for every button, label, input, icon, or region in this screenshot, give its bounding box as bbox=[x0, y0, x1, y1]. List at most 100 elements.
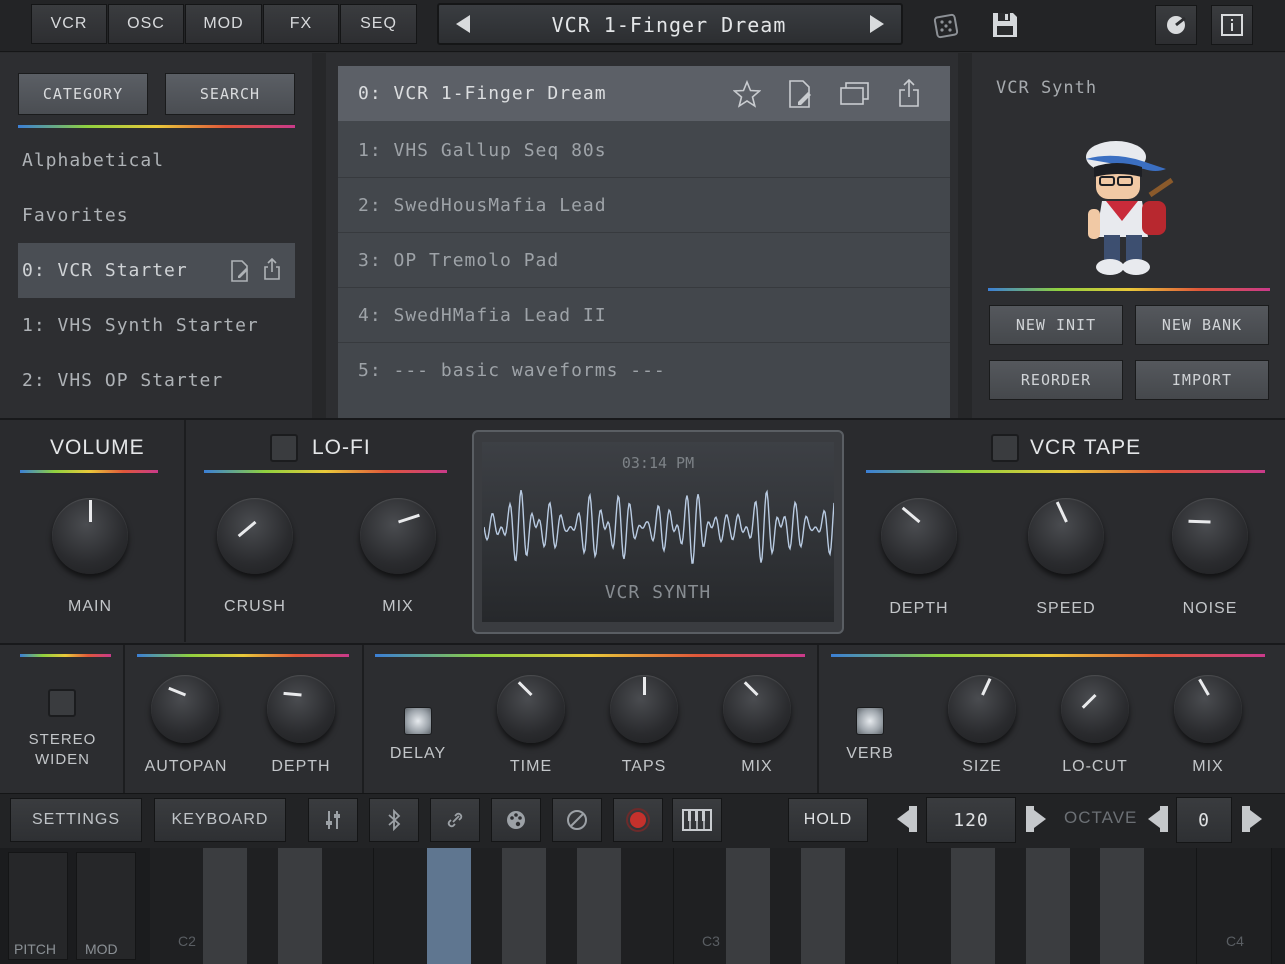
octave-label: OCTAVE bbox=[1064, 808, 1138, 827]
reorder-button[interactable]: REORDER bbox=[989, 360, 1123, 400]
new-init-button[interactable]: NEW INIT bbox=[989, 305, 1123, 345]
rainbow-divider bbox=[20, 470, 158, 473]
delay-toggle[interactable] bbox=[404, 707, 432, 735]
share-icon[interactable] bbox=[262, 257, 282, 285]
save-icon[interactable] bbox=[988, 8, 1022, 42]
rainbow-divider bbox=[831, 654, 1265, 657]
dice-icon[interactable] bbox=[930, 10, 962, 42]
bluetooth-icon[interactable] bbox=[369, 798, 419, 842]
vcr-tape-checkbox[interactable] bbox=[991, 434, 1019, 462]
black-key[interactable] bbox=[1025, 848, 1070, 964]
edit-icon[interactable] bbox=[788, 80, 814, 113]
tape-depth-knob[interactable] bbox=[881, 498, 957, 574]
reverb-locut-knob[interactable] bbox=[1061, 675, 1129, 743]
duplicate-icon[interactable] bbox=[840, 82, 870, 111]
black-key[interactable] bbox=[502, 848, 546, 964]
lo-cut-label: LO-CUT bbox=[1062, 758, 1128, 775]
favorite-star-icon[interactable] bbox=[732, 79, 762, 113]
crush-knob[interactable] bbox=[217, 498, 293, 574]
settings-button[interactable]: SETTINGS bbox=[10, 798, 142, 842]
black-key[interactable] bbox=[427, 848, 472, 964]
tempo-up-icon[interactable] bbox=[1022, 803, 1050, 835]
main-label: MAIN bbox=[68, 598, 112, 615]
tab-osc[interactable]: OSC bbox=[108, 4, 184, 44]
preset-row[interactable]: 3: OP Tremolo Pad bbox=[338, 233, 950, 288]
palette-icon[interactable] bbox=[491, 798, 541, 842]
stereo-widen-checkbox[interactable] bbox=[48, 689, 76, 717]
black-key[interactable] bbox=[576, 848, 621, 964]
midi-learn-icon[interactable] bbox=[1155, 5, 1197, 45]
record-icon[interactable] bbox=[613, 798, 663, 842]
new-bank-button[interactable]: NEW BANK bbox=[1135, 305, 1269, 345]
octave-up-icon[interactable] bbox=[1238, 803, 1266, 835]
black-key[interactable] bbox=[277, 848, 322, 964]
black-key[interactable] bbox=[202, 848, 247, 964]
list-item-favorites[interactable]: Favorites bbox=[18, 188, 295, 243]
c4-label: C4 bbox=[1226, 933, 1244, 949]
preset-row[interactable]: 1: VHS Gallup Seq 80s bbox=[338, 123, 950, 178]
main-volume-knob[interactable] bbox=[52, 498, 128, 574]
tab-mod[interactable]: MOD bbox=[185, 4, 262, 44]
delay-label: DELAY bbox=[389, 745, 447, 762]
tempo-down-icon[interactable] bbox=[893, 803, 921, 835]
link-icon[interactable] bbox=[430, 798, 480, 842]
rainbow-divider bbox=[18, 125, 295, 128]
list-item-alphabetical[interactable]: Alphabetical bbox=[18, 133, 295, 188]
tab-vcr[interactable]: VCR bbox=[31, 4, 107, 44]
black-key[interactable] bbox=[950, 848, 995, 964]
prev-preset-icon[interactable] bbox=[451, 11, 475, 37]
pitch-label: PITCH bbox=[14, 941, 56, 957]
taps-label: TAPS bbox=[621, 758, 667, 775]
black-key[interactable] bbox=[1100, 848, 1145, 964]
tape-speed-knob[interactable] bbox=[1028, 498, 1104, 574]
stop-icon[interactable] bbox=[552, 798, 602, 842]
tab-fx[interactable]: FX bbox=[263, 4, 339, 44]
delay-mix-knob[interactable] bbox=[723, 675, 791, 743]
reverb-size-knob[interactable] bbox=[948, 675, 1016, 743]
black-key[interactable] bbox=[726, 848, 771, 964]
tab-seq[interactable]: SEQ bbox=[340, 4, 417, 44]
rainbow-divider bbox=[988, 288, 1270, 291]
mixer-icon[interactable] bbox=[308, 798, 358, 842]
preset-row[interactable]: 2: SwedHousMafia Lead bbox=[338, 178, 950, 233]
reverb-toggle[interactable] bbox=[856, 707, 884, 735]
keyboard-button[interactable]: KEYBOARD bbox=[154, 798, 286, 842]
mix-label: MIX bbox=[1192, 758, 1224, 775]
reverb-mix-knob[interactable] bbox=[1174, 675, 1242, 743]
category-button[interactable]: CATEGORY bbox=[18, 73, 148, 115]
share-icon[interactable] bbox=[898, 78, 920, 112]
lofi-checkbox[interactable] bbox=[270, 434, 298, 462]
rainbow-divider bbox=[20, 654, 111, 657]
autopan-depth-knob[interactable] bbox=[267, 675, 335, 743]
octave-down-icon[interactable] bbox=[1144, 803, 1172, 835]
preset-name[interactable]: VCR 1-Finger Dream bbox=[489, 13, 849, 37]
divider bbox=[312, 53, 326, 418]
list-item-selected[interactable]: 0: VCR Starter bbox=[18, 243, 295, 298]
edit-icon[interactable] bbox=[230, 260, 250, 287]
waveform-display bbox=[484, 489, 834, 564]
screen-label: VCR SYNTH bbox=[604, 582, 712, 603]
delay-taps-knob[interactable] bbox=[610, 675, 678, 743]
octave-display[interactable]: 0 bbox=[1176, 797, 1232, 843]
preset-row[interactable]: 5: --- basic waveforms --- bbox=[338, 343, 950, 398]
search-button[interactable]: SEARCH bbox=[165, 73, 295, 115]
tempo-display[interactable]: 120 bbox=[926, 797, 1016, 843]
preset-row-selected[interactable]: 0: VCR 1-Finger Dream bbox=[338, 66, 950, 121]
black-key[interactable] bbox=[801, 848, 846, 964]
tape-noise-knob[interactable] bbox=[1172, 498, 1248, 574]
import-button[interactable]: IMPORT bbox=[1135, 360, 1269, 400]
next-preset-icon[interactable] bbox=[865, 11, 889, 37]
delay-time-knob[interactable] bbox=[497, 675, 565, 743]
preset-row[interactable]: 4: SwedHMafia Lead II bbox=[338, 288, 950, 343]
autopan-knob[interactable] bbox=[151, 675, 219, 743]
list-item[interactable]: 2: VHS OP Starter bbox=[18, 353, 295, 408]
preset-selector: VCR 1-Finger Dream bbox=[437, 3, 903, 45]
stereo-widen-label: STEREO WIDEN bbox=[28, 731, 97, 768]
info-icon[interactable] bbox=[1211, 5, 1253, 45]
hold-button[interactable]: HOLD bbox=[788, 798, 868, 842]
keyboard-icon[interactable] bbox=[672, 798, 722, 842]
crush-label: CRUSH bbox=[224, 598, 286, 615]
oscilloscope-screen: 03:14 PM VCR SYNTH bbox=[472, 430, 844, 634]
lofi-mix-knob[interactable] bbox=[360, 498, 436, 574]
list-item[interactable]: 1: VHS Synth Starter bbox=[18, 298, 295, 353]
